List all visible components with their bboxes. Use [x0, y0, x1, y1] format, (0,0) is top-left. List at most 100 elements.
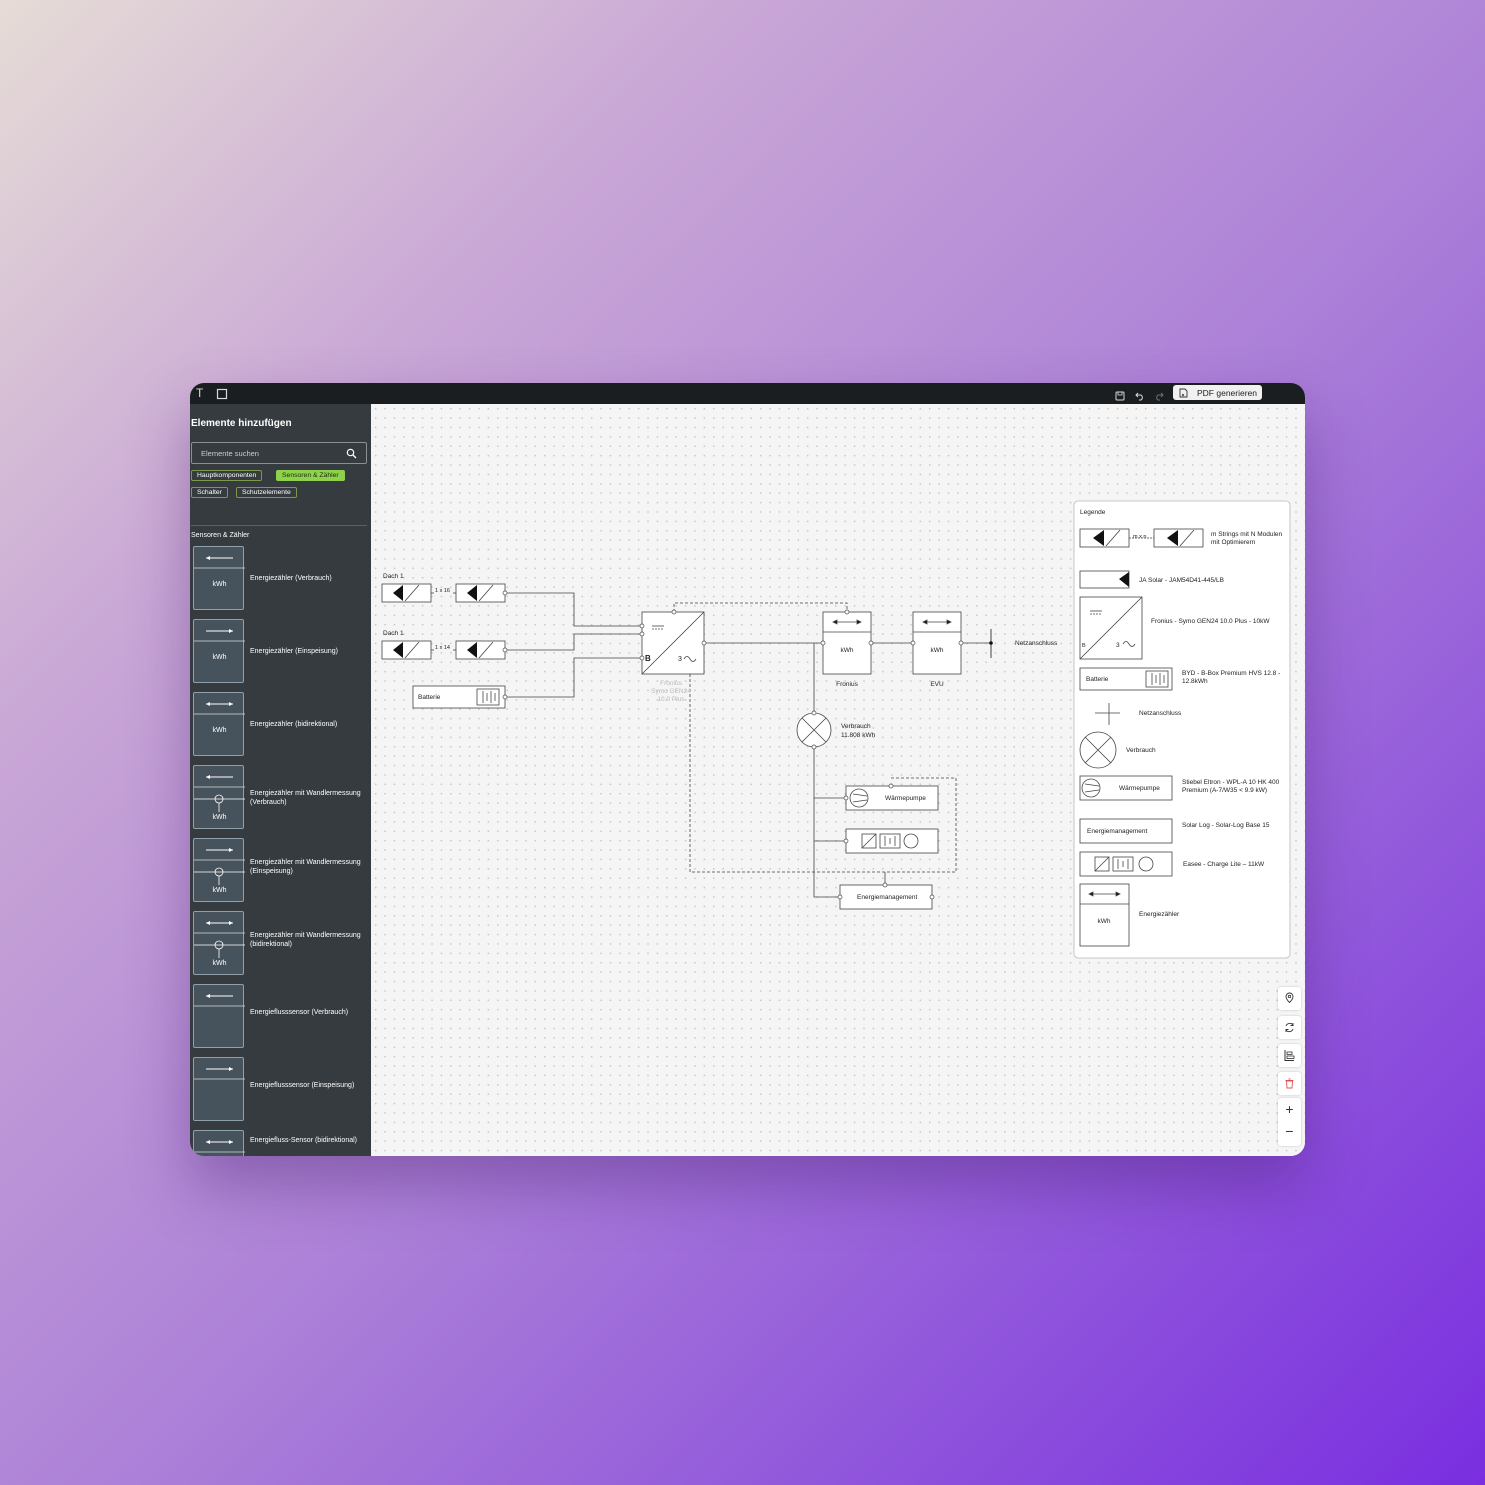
dach-label: Dach 1	[383, 630, 404, 637]
consumption-label: Verbrauch	[841, 723, 871, 730]
app-window: T PDF generieren Elemente hinzufügen Ele…	[190, 383, 1305, 1156]
tile-kwh: kWh	[212, 654, 227, 661]
string-config: 1 x 16	[435, 588, 450, 594]
align-icon	[1284, 1050, 1295, 1061]
sidebar-item-energiezaehler-bidirektional[interactable]: kWh Energiezähler (bidirektional)	[193, 692, 367, 756]
legend-inverter-b: B	[1082, 643, 1086, 649]
legend-consumption: Verbrauch	[1126, 747, 1156, 754]
trash-icon	[1285, 1078, 1294, 1089]
location-pin-icon	[1285, 992, 1294, 1004]
redo-icon[interactable]	[1154, 388, 1166, 401]
sidebar-item-label: Energieflusssensor (Einspeisung)	[250, 1082, 355, 1089]
battery-label: Batterie	[418, 694, 441, 701]
meter-bidirectional-icon: kWh	[193, 692, 245, 756]
grid-label: Netzanschluss	[1015, 640, 1058, 647]
meter-ct-feedin-icon: kWh	[193, 838, 245, 902]
sidebar-item-wandler-einspeisung[interactable]: kWh Energiezähler mit Wandlermessung (Ei…	[193, 838, 367, 902]
document-icon	[1179, 388, 1188, 397]
inverter-b-label: B	[645, 654, 651, 663]
sidebar-title: Elemente hinzufügen	[191, 418, 292, 429]
top-toolbar: T PDF generieren	[190, 383, 1305, 404]
inverter-name: Fronius	[660, 680, 682, 687]
legend-battery: BYD - B-Box Premium HVS 12.8 - 12.8kWh	[1182, 670, 1281, 685]
sidebar-item-energiezaehler-einspeisung[interactable]: kWh Energiezähler (Einspeisung)	[193, 619, 367, 683]
tile-kwh: kWh	[212, 727, 227, 734]
delete-button[interactable]	[1278, 1072, 1301, 1095]
legend-grid: Netzanschluss	[1139, 710, 1182, 717]
zoom-out-icon[interactable]: −	[1278, 1124, 1301, 1138]
sidebar-item-label: Energiezähler mit Wandlermessung (Einspe…	[250, 859, 361, 875]
zoom-in-icon[interactable]: +	[1278, 1102, 1301, 1116]
legend-meter-kwh: kWh	[1098, 918, 1111, 925]
meter-kwh: kWh	[841, 647, 854, 654]
section-heading: Sensoren & Zähler	[191, 532, 250, 539]
schematic-diagram: Dach 1 Dach 1 1 x 16 1 x 14 Batterie B 3…	[381, 500, 1291, 959]
tile-kwh: kWh	[212, 814, 227, 821]
meter-feedin-icon: kWh	[193, 619, 245, 683]
legend-charger: Easee - Charge Lite – 11kW	[1183, 861, 1265, 868]
legend-heatpump: Stiebel Eltron - WPL-A 10 HK 400 Premium…	[1182, 779, 1280, 794]
tile-kwh: kWh	[212, 887, 227, 894]
diagram-canvas[interactable]: Dach 1 Dach 1 1 x 16 1 x 14 Batterie B 3…	[371, 404, 1305, 1156]
zoom-control: + −	[1278, 1098, 1301, 1146]
search-placeholder: Elemente suchen	[201, 449, 259, 458]
legend-mxn: m x n	[1133, 534, 1146, 540]
locate-button[interactable]	[1278, 987, 1301, 1010]
legend-em-box: Energiemanagement	[1087, 828, 1148, 835]
sidebar-item-flusssensor-verbrauch[interactable]: Energieflusssensor (Verbrauch)	[193, 984, 367, 1048]
align-button[interactable]	[1278, 1044, 1301, 1067]
charger-block[interactable]	[845, 828, 939, 854]
flow-sensor-bidirectional-icon	[193, 1130, 245, 1156]
sidebar-item-wandler-verbrauch[interactable]: kWh Energiezähler mit Wandlermessung (Ve…	[193, 765, 367, 829]
inverter-name: 10.0 Plus	[657, 696, 685, 703]
meter-consumption-icon: kWh	[193, 546, 245, 610]
save-icon[interactable]	[1115, 388, 1127, 401]
legend-panel: Legende m x n m Strings mit N Modulen mi…	[1073, 500, 1291, 959]
meter-evu[interactable]	[912, 611, 962, 675]
string-config: 1 x 14	[435, 645, 450, 651]
sidebar-item-label: Energiefluss-Sensor (bidirektional)	[250, 1137, 357, 1144]
legend-heatpump-box: Wärmepumpe	[1119, 785, 1160, 792]
pdf-button-label: PDF generieren	[1197, 387, 1258, 398]
meter-kwh: kWh	[931, 647, 944, 654]
chip-sensoren-zaehler[interactable]: Sensoren & Zähler	[276, 470, 345, 481]
refresh-button[interactable]	[1278, 1016, 1301, 1039]
legend-inverter: Fronius - Symo GEN24 10.0 Plus - 10kW	[1151, 618, 1270, 625]
legend-battery-box: Batterie	[1086, 676, 1109, 683]
tile-kwh: kWh	[212, 581, 227, 588]
sidebar-divider	[191, 525, 367, 526]
generate-pdf-button[interactable]: PDF generieren	[1173, 385, 1262, 400]
inverter-name: Symo GEN24	[651, 688, 691, 695]
sidebar-item-label: Energiezähler mit Wandlermessung (bidire…	[250, 932, 361, 948]
meter-name: Fronius	[836, 681, 858, 688]
sidebar-item-flusssensor-bidirektional[interactable]: Energiefluss-Sensor (bidirektional)	[193, 1130, 367, 1156]
energy-management-label: Energiemanagement	[857, 894, 918, 901]
meter-name: EVU	[930, 681, 944, 688]
meter-fronius[interactable]	[822, 611, 872, 675]
legend-em: Solar Log - Solar-Log Base 15	[1182, 822, 1270, 829]
sidebar-item-wandler-bidirektional[interactable]: kWh Energiezähler mit Wandlermessung (bi…	[193, 911, 367, 975]
sidebar-item-flusssensor-einspeisung[interactable]: Energieflusssensor (Einspeisung)	[193, 1057, 367, 1121]
meter-ct-bidirectional-icon: kWh	[193, 911, 245, 975]
element-sidebar: Elemente hinzufügen Elemente suchen Haup…	[190, 404, 371, 1156]
legend-strings: m Strings mit N Modulen mit Optimierern	[1211, 531, 1283, 546]
sidebar-item-label: Energieflusssensor (Verbrauch)	[250, 1009, 349, 1016]
search-icon[interactable]	[346, 448, 357, 459]
sidebar-item-label: Energiezähler mit Wandlermessung (Verbra…	[250, 790, 361, 806]
element-search-input[interactable]: Elemente suchen	[191, 442, 367, 464]
chip-hauptkomponenten[interactable]: Hauptkomponenten	[191, 470, 263, 481]
rectangle-tool-icon[interactable]	[216, 387, 228, 400]
undo-icon[interactable]	[1135, 388, 1147, 401]
legend-title: Legende	[1080, 509, 1106, 516]
sidebar-item-label: Energiezähler (Verbrauch)	[250, 575, 332, 582]
flow-sensor-consumption-icon	[193, 984, 245, 1048]
tile-kwh: kWh	[212, 960, 227, 967]
chip-schutzelemente[interactable]: Schutzelemente	[236, 487, 297, 498]
consumption-value: 11.808 kWh	[841, 732, 876, 739]
flow-sensor-feedin-icon	[193, 1057, 245, 1121]
legend-module: JA Solar - JAM54D41-445/LB	[1139, 577, 1224, 584]
text-tool-icon[interactable]: T	[196, 386, 203, 400]
sidebar-item-energiezaehler-verbrauch[interactable]: kWh Energiezähler (Verbrauch)	[193, 546, 367, 610]
chip-schalter[interactable]: Schalter	[191, 487, 228, 498]
legend-meter: Energiezähler	[1139, 911, 1180, 918]
